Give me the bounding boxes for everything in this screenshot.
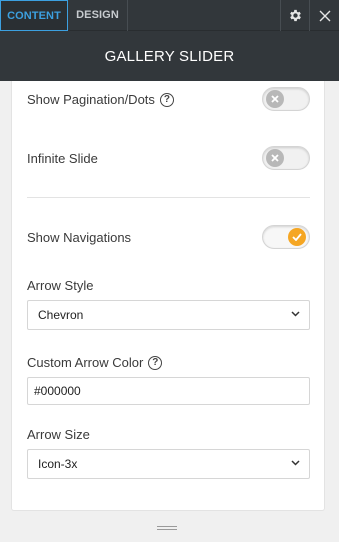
arrow-size-select[interactable]: Icon-3x xyxy=(27,449,310,479)
chevron-down-icon xyxy=(291,311,300,317)
infinite-slide-label: Infinite Slide xyxy=(27,151,98,166)
divider xyxy=(27,197,310,198)
show-pagination-label: Show Pagination/Dots xyxy=(27,92,155,107)
close-icon xyxy=(319,10,330,21)
resize-handle[interactable] xyxy=(157,526,177,531)
panel-title: GALLERY SLIDER xyxy=(0,31,339,81)
arrow-size-value: Icon-3x xyxy=(38,457,78,471)
tab-content[interactable]: CONTENT xyxy=(0,0,68,31)
infinite-slide-toggle[interactable] xyxy=(262,146,310,170)
chevron-down-icon xyxy=(291,460,300,466)
help-icon[interactable]: ? xyxy=(148,355,163,370)
custom-arrow-color-row: Custom Arrow Color ? xyxy=(27,355,163,370)
close-button[interactable] xyxy=(309,0,339,31)
show-navigations-label: Show Navigations xyxy=(27,230,132,245)
tab-bar: CONTENT DESIGN xyxy=(0,0,339,31)
infinite-slide-row: Infinite Slide xyxy=(27,151,98,166)
show-navigations-row: Show Navigations xyxy=(27,230,131,245)
toggle-knob xyxy=(266,149,284,167)
arrow-size-label: Arrow Size xyxy=(27,427,90,442)
arrow-size-row: Arrow Size xyxy=(27,427,90,442)
tab-design[interactable]: DESIGN xyxy=(68,0,128,31)
settings-button[interactable] xyxy=(280,0,309,31)
show-pagination-row: Show Pagination/Dots ? xyxy=(27,92,174,107)
arrow-style-select[interactable]: Chevron xyxy=(27,300,310,330)
arrow-style-row: Arrow Style xyxy=(27,278,93,293)
arrow-style-label: Arrow Style xyxy=(27,278,94,293)
help-icon[interactable]: ? xyxy=(159,92,174,107)
check-icon xyxy=(292,233,302,241)
x-icon xyxy=(271,154,279,162)
arrow-color-input[interactable]: #000000 xyxy=(27,377,310,405)
x-icon xyxy=(271,95,279,103)
toggle-knob xyxy=(266,90,284,108)
show-pagination-toggle[interactable] xyxy=(262,87,310,111)
settings-card: Show Pagination/Dots ? Infinite Slide Sh… xyxy=(11,81,325,511)
arrow-color-value: #000000 xyxy=(34,384,81,398)
toggle-knob xyxy=(288,228,306,246)
custom-arrow-color-label: Custom Arrow Color xyxy=(27,355,144,370)
show-navigations-toggle[interactable] xyxy=(262,225,310,249)
arrow-style-value: Chevron xyxy=(38,308,84,322)
gear-icon xyxy=(289,9,301,22)
